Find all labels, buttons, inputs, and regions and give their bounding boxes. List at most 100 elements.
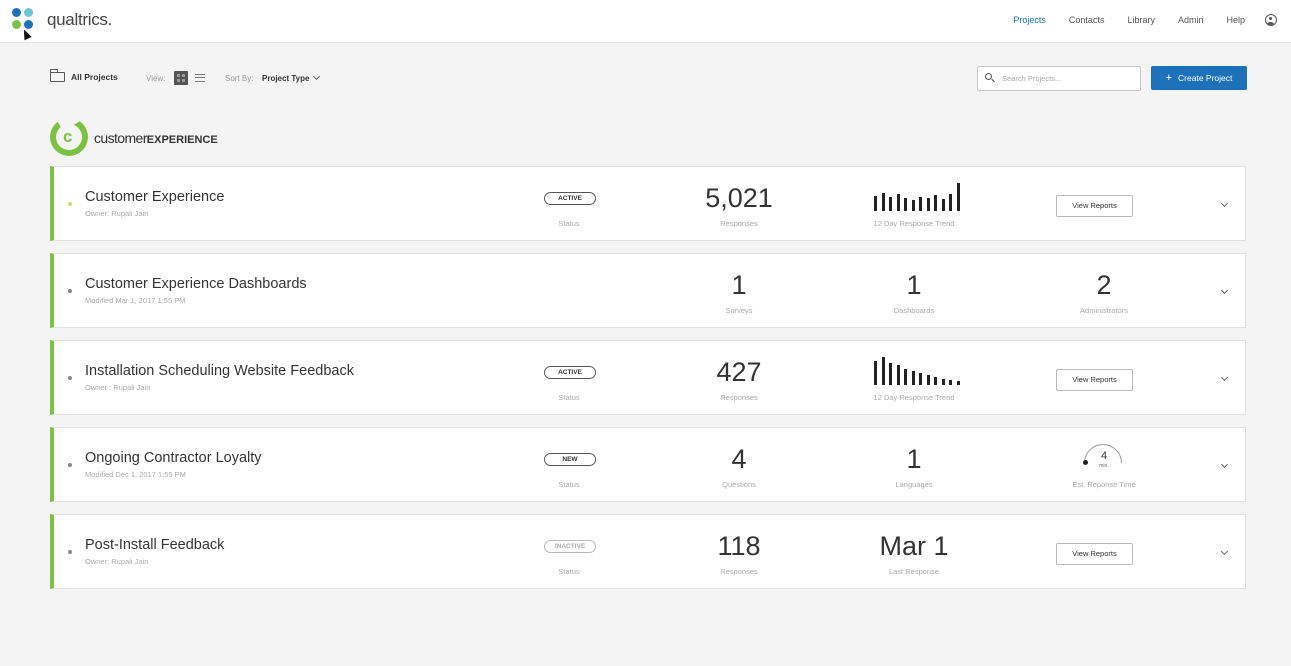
status-badge: INACTIVE bbox=[544, 540, 596, 553]
view-reports-button[interactable]: View Reports bbox=[1056, 369, 1133, 391]
status-dot bbox=[68, 550, 72, 554]
trend-bar bbox=[949, 194, 952, 211]
grid-view-icon[interactable] bbox=[174, 71, 188, 85]
nav-help[interactable]: Help bbox=[1226, 15, 1245, 25]
project-modified: Modified Mar 1, 2017 1:55 PM bbox=[85, 296, 186, 305]
project-card-customer-experience[interactable]: Customer Experience Owner: Rupali Jain A… bbox=[50, 166, 1246, 241]
chevron-down-icon[interactable] bbox=[1220, 373, 1229, 382]
status-column: NEW Status bbox=[544, 428, 596, 501]
status-dot bbox=[68, 463, 72, 467]
status-label: Status bbox=[558, 480, 580, 489]
trend-label: 12 Day Response Trend bbox=[873, 393, 955, 402]
gauge-value: 4 bbox=[1100, 450, 1108, 462]
chevron-down-icon[interactable] bbox=[1220, 460, 1229, 469]
surveys-value: 1 bbox=[731, 270, 747, 300]
trend-bar bbox=[911, 371, 915, 385]
administrators-label: Administrators bbox=[1080, 306, 1128, 315]
search-input[interactable]: Search Projects... bbox=[977, 66, 1141, 91]
status-label: Status bbox=[558, 393, 580, 402]
trend-bar bbox=[926, 375, 930, 385]
list-view-icon[interactable] bbox=[195, 74, 205, 82]
status-badge: NEW bbox=[544, 453, 596, 466]
trend-bar bbox=[881, 193, 885, 211]
nav-admin[interactable]: Admin bbox=[1178, 15, 1204, 25]
view-reports-button[interactable]: View Reports bbox=[1056, 543, 1133, 565]
trend-bar bbox=[874, 196, 877, 211]
project-title[interactable]: Installation Scheduling Website Feedback bbox=[85, 363, 354, 379]
nav-projects[interactable]: Projects bbox=[1013, 15, 1046, 25]
trend-bar bbox=[911, 200, 915, 211]
responses-column: 118 Responses bbox=[684, 515, 794, 588]
project-title[interactable]: Ongoing Contractor Loyalty bbox=[85, 450, 262, 466]
responses-column: 427 Responses bbox=[684, 341, 794, 414]
languages-value: 1 bbox=[906, 444, 922, 474]
trend-bar bbox=[881, 357, 885, 385]
response-trend-sparkline bbox=[874, 181, 964, 211]
project-title[interactable]: Customer Experience Dashboards bbox=[85, 276, 307, 292]
questions-label: Questions bbox=[722, 480, 756, 489]
project-title[interactable]: Post-Install Feedback bbox=[85, 537, 224, 553]
trend-bar bbox=[904, 369, 907, 385]
status-badge: ACTIVE bbox=[544, 192, 596, 205]
response-time-gauge-icon: 4 min. bbox=[1083, 444, 1128, 469]
create-project-button[interactable]: + Create Project bbox=[1151, 66, 1247, 90]
project-card-post-install[interactable]: Post-Install Feedback Owner: Rupali Jain… bbox=[50, 514, 1246, 589]
last-response-column: Mar 1 Last Response bbox=[854, 515, 974, 588]
view-label: View: bbox=[146, 74, 166, 83]
action-column: View Reports bbox=[1044, 167, 1164, 240]
nav-library[interactable]: Library bbox=[1127, 15, 1155, 25]
chevron-down-icon[interactable] bbox=[1220, 286, 1229, 295]
status-badge: ACTIVE bbox=[544, 366, 596, 379]
project-card-installation-scheduling[interactable]: Installation Scheduling Website Feedback… bbox=[50, 340, 1246, 415]
trend-bar bbox=[956, 183, 960, 211]
view-reports-button[interactable]: View Reports bbox=[1056, 195, 1133, 217]
surveys-label: Surveys bbox=[725, 306, 753, 315]
top-bar: qualtrics. Projects Contacts Library Adm… bbox=[0, 0, 1291, 43]
projects-toolbar: All Projects View: Sort By: Project Type… bbox=[50, 66, 1248, 92]
trend-bar bbox=[889, 363, 892, 385]
project-title[interactable]: Customer Experience bbox=[85, 189, 224, 205]
nav-contacts[interactable]: Contacts bbox=[1069, 15, 1105, 25]
trend-bar bbox=[896, 365, 900, 385]
user-avatar-icon[interactable] bbox=[1265, 14, 1277, 26]
administrators-column: 2 Administrators bbox=[1044, 254, 1164, 327]
last-response-value: Mar 1 bbox=[879, 531, 949, 561]
trend-bar bbox=[889, 197, 892, 211]
gauge-unit: min. bbox=[1099, 463, 1109, 469]
responses-column: 5,021 Responses bbox=[684, 167, 794, 240]
search-icon bbox=[985, 73, 992, 80]
main-nav: Projects Contacts Library Admin Help bbox=[990, 0, 1277, 40]
action-column: View Reports bbox=[1044, 515, 1164, 588]
project-card-cx-dashboards[interactable]: Customer Experience Dashboards Modified … bbox=[50, 253, 1246, 328]
trend-bar bbox=[941, 379, 945, 385]
dashboards-column: 1 Dashboards bbox=[854, 254, 974, 327]
languages-label: Languages bbox=[895, 480, 933, 489]
section-title: customerEXPERIENCE bbox=[94, 130, 218, 146]
status-dot bbox=[68, 289, 72, 293]
action-column: View Reports bbox=[1044, 341, 1164, 414]
chevron-down-icon[interactable] bbox=[1220, 547, 1229, 556]
folder-icon bbox=[50, 69, 65, 82]
brand-name[interactable]: qualtrics. bbox=[47, 10, 112, 30]
surveys-column: 1 Surveys bbox=[684, 254, 794, 327]
project-owner: Owner: Rupali Jain bbox=[85, 209, 149, 218]
questions-column: 4 Questions bbox=[684, 428, 794, 501]
search-placeholder: Search Projects... bbox=[1002, 74, 1062, 83]
sort-dropdown[interactable]: Project Type bbox=[262, 72, 321, 83]
responses-value: 427 bbox=[716, 357, 762, 387]
chevron-down-icon[interactable] bbox=[1220, 199, 1229, 208]
project-owner: Owner : Rupali Jain bbox=[85, 383, 151, 392]
project-owner: Owner: Rupali Jain bbox=[85, 557, 149, 566]
status-dot bbox=[68, 376, 72, 380]
all-projects-button[interactable]: All Projects bbox=[50, 69, 118, 82]
status-column: INACTIVE Status bbox=[544, 515, 596, 588]
create-project-label: Create Project bbox=[1178, 73, 1233, 83]
questions-value: 4 bbox=[731, 444, 747, 474]
trend-bar bbox=[896, 194, 900, 211]
languages-column: 1 Languages bbox=[854, 428, 974, 501]
response-time-column: 4 min. Est. Reponse Time bbox=[1044, 428, 1164, 501]
administrators-value: 2 bbox=[1096, 270, 1112, 300]
status-dot bbox=[68, 202, 72, 206]
project-card-contractor-loyalty[interactable]: Ongoing Contractor Loyalty Modified Dec … bbox=[50, 427, 1246, 502]
trend-bar bbox=[904, 198, 907, 211]
